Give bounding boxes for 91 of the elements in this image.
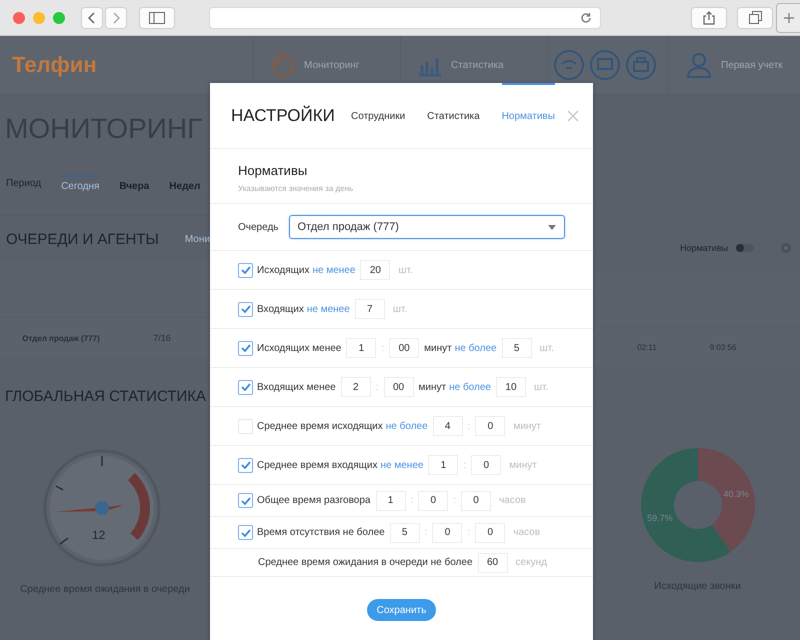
queue-label: Очередь bbox=[238, 222, 278, 232]
period-label: Период bbox=[6, 178, 42, 188]
checkbox[interactable] bbox=[238, 458, 253, 472]
checkbox[interactable] bbox=[238, 302, 253, 316]
checkbox[interactable] bbox=[238, 380, 253, 394]
number-field[interactable]: 5 bbox=[502, 338, 532, 358]
tabs-icon bbox=[748, 11, 762, 24]
time-separator: : bbox=[467, 527, 470, 538]
rule-label: Среднее время входящих bbox=[257, 460, 378, 470]
address-field[interactable] bbox=[209, 6, 601, 28]
toggle-switch[interactable] bbox=[736, 244, 754, 252]
new-tab-button[interactable] bbox=[776, 2, 800, 32]
queue-select[interactable]: Отдел продаж (777) bbox=[288, 215, 565, 239]
rule-label: Исходящих менее bbox=[257, 342, 342, 354]
time-separator: : bbox=[468, 420, 470, 432]
number-field[interactable]: 7 bbox=[354, 299, 385, 319]
checkbox[interactable] bbox=[238, 262, 253, 278]
number-field[interactable]: 0 bbox=[418, 490, 448, 510]
checkmark-icon bbox=[240, 496, 250, 504]
sidebar-icon bbox=[149, 12, 165, 24]
reload-icon[interactable] bbox=[580, 12, 592, 24]
rule-label: Входящих bbox=[257, 304, 304, 314]
unit-label: часов bbox=[513, 527, 540, 538]
rule-label: Среднее время ожидания в очереди не более bbox=[258, 557, 473, 568]
unit-label: шт. bbox=[534, 382, 548, 392]
checkmark-icon bbox=[240, 383, 250, 391]
section-title: ГЛОБАЛЬНАЯ СТАТИСТИКА bbox=[4, 387, 207, 407]
dialog-title: НАСТРОЙКИ bbox=[231, 106, 336, 126]
rule-label: Исходящих bbox=[257, 264, 310, 276]
slice-label: 40.3% bbox=[722, 489, 748, 499]
gauge-value: 12 bbox=[92, 528, 106, 542]
number-field[interactable]: 2 bbox=[340, 377, 371, 397]
norms-label: Нормативы bbox=[680, 243, 728, 253]
time-separator: : bbox=[453, 495, 456, 506]
share-icon bbox=[703, 10, 715, 24]
checkmark-icon bbox=[240, 528, 250, 536]
checkmark-icon bbox=[240, 305, 250, 313]
number-field[interactable]: 0 bbox=[461, 490, 492, 510]
time-separator: : bbox=[410, 495, 414, 506]
unit-label: шт. bbox=[392, 304, 408, 314]
close-window-icon[interactable] bbox=[13, 12, 25, 24]
rule-label: Время отсутствия не более bbox=[257, 527, 385, 538]
number-field[interactable]: 20 bbox=[360, 260, 390, 280]
number-field[interactable]: 00 bbox=[389, 338, 420, 358]
number-field[interactable]: 0 bbox=[432, 522, 462, 542]
section-title: Нормативы bbox=[238, 163, 308, 178]
unit-label: шт. bbox=[540, 342, 554, 354]
stopwatch-icon bbox=[270, 52, 296, 78]
rule-label: Среднее время исходящих bbox=[257, 420, 383, 432]
number-field[interactable]: 00 bbox=[384, 377, 414, 397]
number-field[interactable]: 0 bbox=[475, 416, 506, 436]
tabs-button[interactable] bbox=[737, 6, 773, 28]
checkmark-icon bbox=[240, 461, 250, 469]
rule-label: минут bbox=[424, 342, 452, 354]
checkmark-icon bbox=[240, 344, 250, 352]
number-field[interactable]: 1 bbox=[346, 338, 376, 358]
sidebar-button[interactable] bbox=[139, 6, 175, 28]
caret-icon bbox=[548, 224, 556, 230]
chevron-left-icon bbox=[88, 12, 96, 24]
slice-label: 59.7% bbox=[646, 513, 672, 523]
rule-label: Входящих менее bbox=[257, 382, 336, 392]
unit-label: секунд bbox=[516, 557, 547, 568]
time-separator: : bbox=[463, 460, 466, 470]
chevron-right-icon bbox=[112, 12, 120, 24]
number-field[interactable]: 0 bbox=[475, 522, 506, 542]
section-title: ОЧЕРЕДИ И АГЕНТЫ bbox=[6, 230, 159, 248]
number-field[interactable]: 1 bbox=[376, 490, 406, 510]
number-field[interactable]: 1 bbox=[428, 455, 458, 475]
number-field[interactable]: 60 bbox=[478, 552, 508, 572]
time-separator: : bbox=[381, 342, 384, 354]
rule-label: Общее время разговора bbox=[257, 495, 370, 506]
unit-label: шт. bbox=[398, 264, 413, 276]
checkmark-icon bbox=[240, 266, 250, 274]
zoom-window-icon[interactable] bbox=[53, 12, 65, 24]
number-field[interactable]: 10 bbox=[496, 377, 526, 397]
share-button[interactable] bbox=[691, 6, 727, 28]
number-field[interactable]: 0 bbox=[471, 455, 502, 475]
unit-label: часов bbox=[499, 495, 526, 506]
number-field[interactable]: 4 bbox=[432, 416, 463, 436]
time-separator: : bbox=[424, 527, 428, 538]
rule-label: минут bbox=[418, 382, 446, 392]
back-button[interactable] bbox=[81, 6, 103, 28]
unit-label: минут bbox=[509, 460, 537, 470]
checkbox[interactable] bbox=[238, 525, 253, 540]
checkbox[interactable] bbox=[238, 493, 253, 508]
unit-label: минут bbox=[513, 420, 542, 432]
checkbox[interactable] bbox=[238, 340, 253, 356]
time-separator: : bbox=[376, 382, 378, 392]
section-hint: Указываются значения за день bbox=[238, 184, 354, 193]
number-field[interactable]: 5 bbox=[390, 522, 420, 542]
plus-icon bbox=[784, 12, 794, 22]
